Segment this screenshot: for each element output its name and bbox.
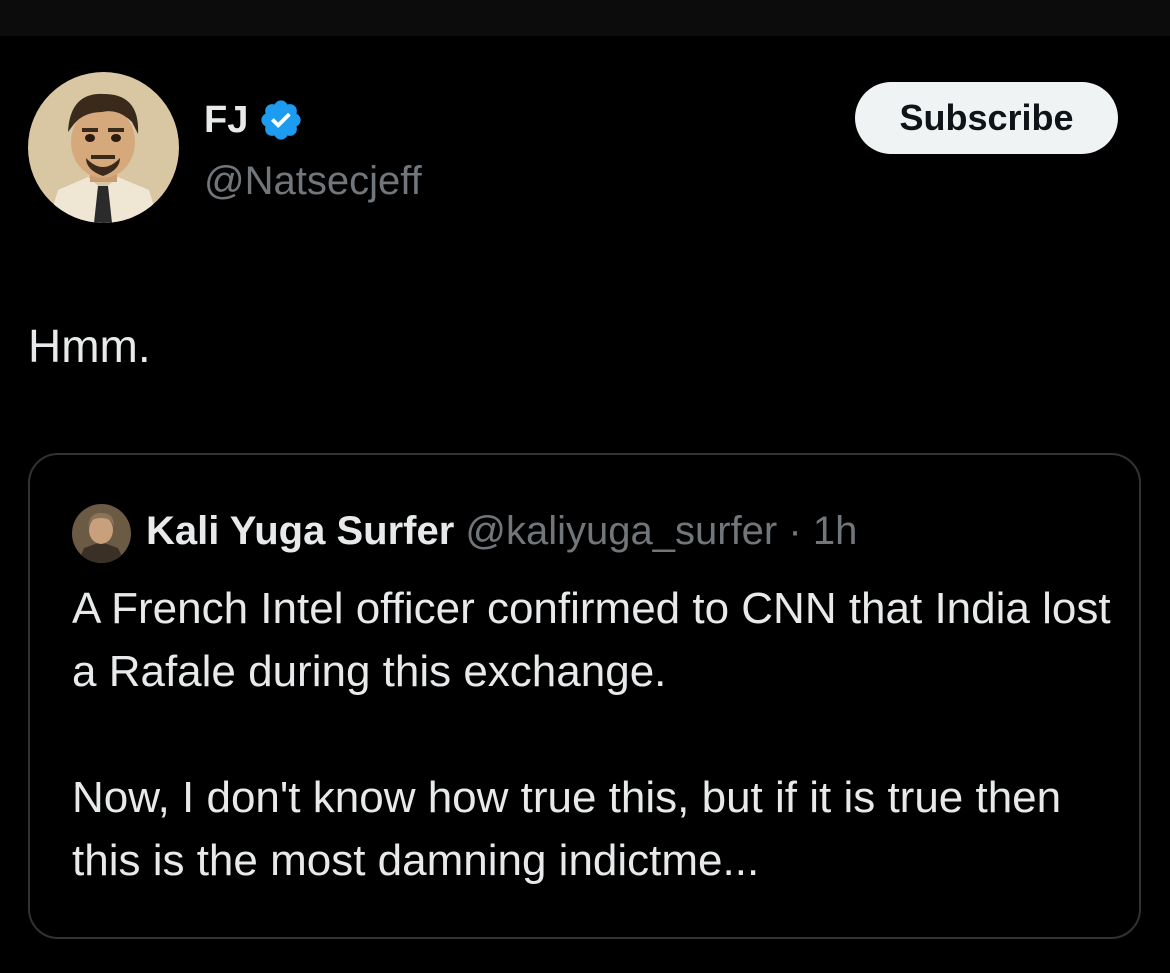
quoted-tweet-time[interactable]: 1h <box>813 509 858 553</box>
subscribe-button[interactable]: Subscribe <box>855 82 1118 154</box>
author-display-name[interactable]: FJ <box>204 97 304 143</box>
author-name-text: FJ <box>204 99 249 141</box>
header-separator: · <box>788 509 802 553</box>
quoted-author-handle[interactable]: @kaliyuga_surfer <box>465 509 777 553</box>
quoted-author-name[interactable]: Kali Yuga Surfer <box>146 509 454 553</box>
verified-badge-icon[interactable] <box>258 97 304 143</box>
quoted-author-avatar[interactable] <box>72 504 131 563</box>
author-avatar[interactable] <box>28 72 179 223</box>
author-handle[interactable]: @Natsecjeff <box>204 156 422 206</box>
quoted-tweet-header: Kali Yuga Surfer @kaliyuga_surfer · 1h <box>146 503 857 559</box>
tweet-text: Hmm. <box>28 320 151 372</box>
quoted-tweet-body: A French Intel officer confirmed to CNN … <box>72 577 1122 892</box>
top-bar <box>0 0 1170 36</box>
quoted-paragraph-1: A French Intel officer confirmed to CNN … <box>72 584 1111 696</box>
quoted-paragraph-2: Now, I don't know how true this, but if … <box>72 773 1062 885</box>
quoted-tweet-card[interactable]: Kali Yuga Surfer @kaliyuga_surfer · 1h A… <box>28 453 1141 939</box>
